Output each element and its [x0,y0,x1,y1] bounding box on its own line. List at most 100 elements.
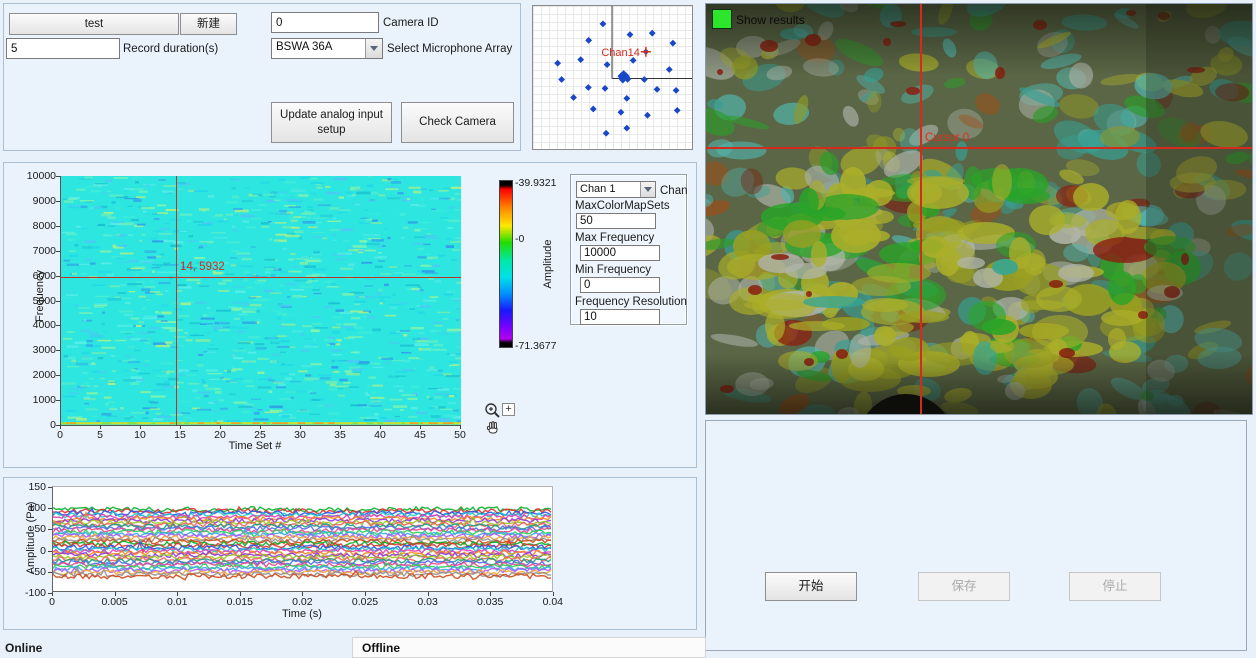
show-results-label: Show results [736,13,805,27]
mic-array-select[interactable]: BSWA 36A [271,38,383,59]
axis-tick-mark [553,592,554,596]
axis-tick-mark [56,375,60,376]
waveform-x-tick: 0.035 [468,596,512,608]
spectrogram-x-tick: 15 [165,429,195,441]
waveform-y-tick: 150 [12,481,46,493]
waveform-traces [53,487,552,591]
spectrogram-x-tick: 40 [365,429,395,441]
axis-tick-mark [56,201,60,202]
spectrogram-x-tick: 45 [405,429,435,441]
axis-tick-mark [240,592,241,596]
spectrogram-cursor-layer: 14, 5932 [61,176,461,425]
svg-text:Chan14: Chan14 [601,47,640,59]
waveform-x-tick: 0.025 [343,596,387,608]
camera-cursor-vline[interactable] [920,4,922,414]
waveform-x-tick: 0.005 [93,596,137,608]
colorbar-mid-label: -0 [515,233,524,245]
spectrogram-colorbar [499,180,513,348]
colorbar-min-label: -71.3677 [515,340,556,352]
waveform-y-tick: 0 [12,545,46,557]
axis-tick-mark [56,251,60,252]
channel-select[interactable]: Chan 1 [576,181,656,198]
spectrogram-controls-group: Chan 1 Chan MaxColorMapSets Max Frequenc… [570,174,687,325]
update-analog-input-button[interactable]: Update analog input setup [271,102,392,143]
spectrogram-x-tick: 5 [85,429,115,441]
spectrogram-x-tick: 50 [445,429,475,441]
waveform-x-tick: 0.01 [155,596,199,608]
waveform-y-tick: 100 [12,502,46,514]
spectrogram-y-tick: 7000 [16,245,56,257]
stop-button[interactable]: 停止 [1069,572,1161,601]
spectrogram-y-tick: 8000 [16,220,56,232]
spectrogram-cursor-vline[interactable] [176,176,177,425]
spectrogram-y-tick: 3000 [16,344,56,356]
frequency-resolution-label: Frequency Resolution [575,296,687,308]
axis-tick-mark [48,551,52,552]
axis-tick-mark [220,425,221,429]
colorbar-axis-label: Amplitude [542,234,554,294]
spectrogram-y-tick: 5000 [16,295,56,307]
mic-array-value: BSWA 36A [272,39,365,58]
axis-tick-mark [260,425,261,429]
axis-tick-mark [177,592,178,596]
spectrogram-x-tick: 10 [125,429,155,441]
waveform-x-tick: 0.02 [280,596,324,608]
waveform-x-tick: 0 [30,596,74,608]
maxcolormapsets-label: MaxColorMapSets [575,200,670,212]
new-project-button[interactable]: 新建 [180,13,237,35]
record-duration-input[interactable] [6,38,120,59]
axis-tick-mark [460,425,461,429]
chevron-down-icon[interactable] [640,182,655,197]
axis-tick-mark [490,592,491,596]
axis-tick-mark [56,176,60,177]
project-name-field[interactable]: test [9,13,179,35]
axis-tick-mark [300,425,301,429]
spectrogram-cursor-hline[interactable] [61,277,461,278]
spectrogram-x-tick: 35 [325,429,355,441]
axis-tick-mark [56,226,60,227]
channel-select-label: Chan [660,185,688,197]
record-duration-label: Record duration(s) [123,43,218,55]
axis-tick-mark [60,425,61,429]
spectrogram-y-tick: 2000 [16,369,56,381]
min-frequency-input[interactable] [580,277,660,293]
camera-image-panel[interactable]: Show results Cursor 0 [705,3,1253,415]
start-button[interactable]: 开始 [765,572,857,601]
axis-tick-mark [56,350,60,351]
axis-tick-mark [180,425,181,429]
chevron-down-icon[interactable] [365,39,382,58]
zoom-plus-tool-icon[interactable]: + [502,403,515,416]
spectrogram-x-tick: 0 [45,429,75,441]
axis-tick-mark [365,592,366,596]
channel-select-value: Chan 1 [577,182,640,197]
pan-hand-tool-icon[interactable] [485,420,501,436]
max-frequency-input[interactable] [580,245,660,261]
spectrogram-y-tick: 10000 [16,170,56,182]
spectrogram-y-tick: 6000 [16,270,56,282]
axis-tick-mark [48,572,52,573]
camera-id-input[interactable] [271,12,379,33]
mic-array-plot[interactable]: Chan14 [532,5,693,150]
axis-tick-mark [100,425,101,429]
camera-cursor-hline[interactable] [706,147,1252,149]
waveform-plot-area[interactable] [52,486,553,592]
spectrogram-y-tick: 4000 [16,319,56,331]
axis-tick-mark [340,425,341,429]
zoom-tool-icon[interactable] [484,402,501,419]
camera-cursor-label: Cursor 0 [925,132,969,144]
axis-tick-mark [56,276,60,277]
save-button[interactable]: 保存 [918,572,1010,601]
mic-array-label: Select Microphone Array [387,43,512,55]
axis-tick-mark [140,425,141,429]
axis-tick-mark [115,592,116,596]
axis-tick-mark [420,425,421,429]
show-results-checkbox[interactable] [712,9,732,29]
check-camera-button[interactable]: Check Camera [401,102,514,143]
maxcolormapsets-input[interactable] [576,213,656,229]
frequency-resolution-input[interactable] [580,309,660,325]
beamforming-overlay-image [706,4,1252,414]
spectrogram-plot-area[interactable]: 14, 5932 [60,176,461,426]
colorbar-max-label: -39.9321 [515,177,556,189]
camera-id-label: Camera ID [383,17,439,29]
axis-tick-mark [48,487,52,488]
